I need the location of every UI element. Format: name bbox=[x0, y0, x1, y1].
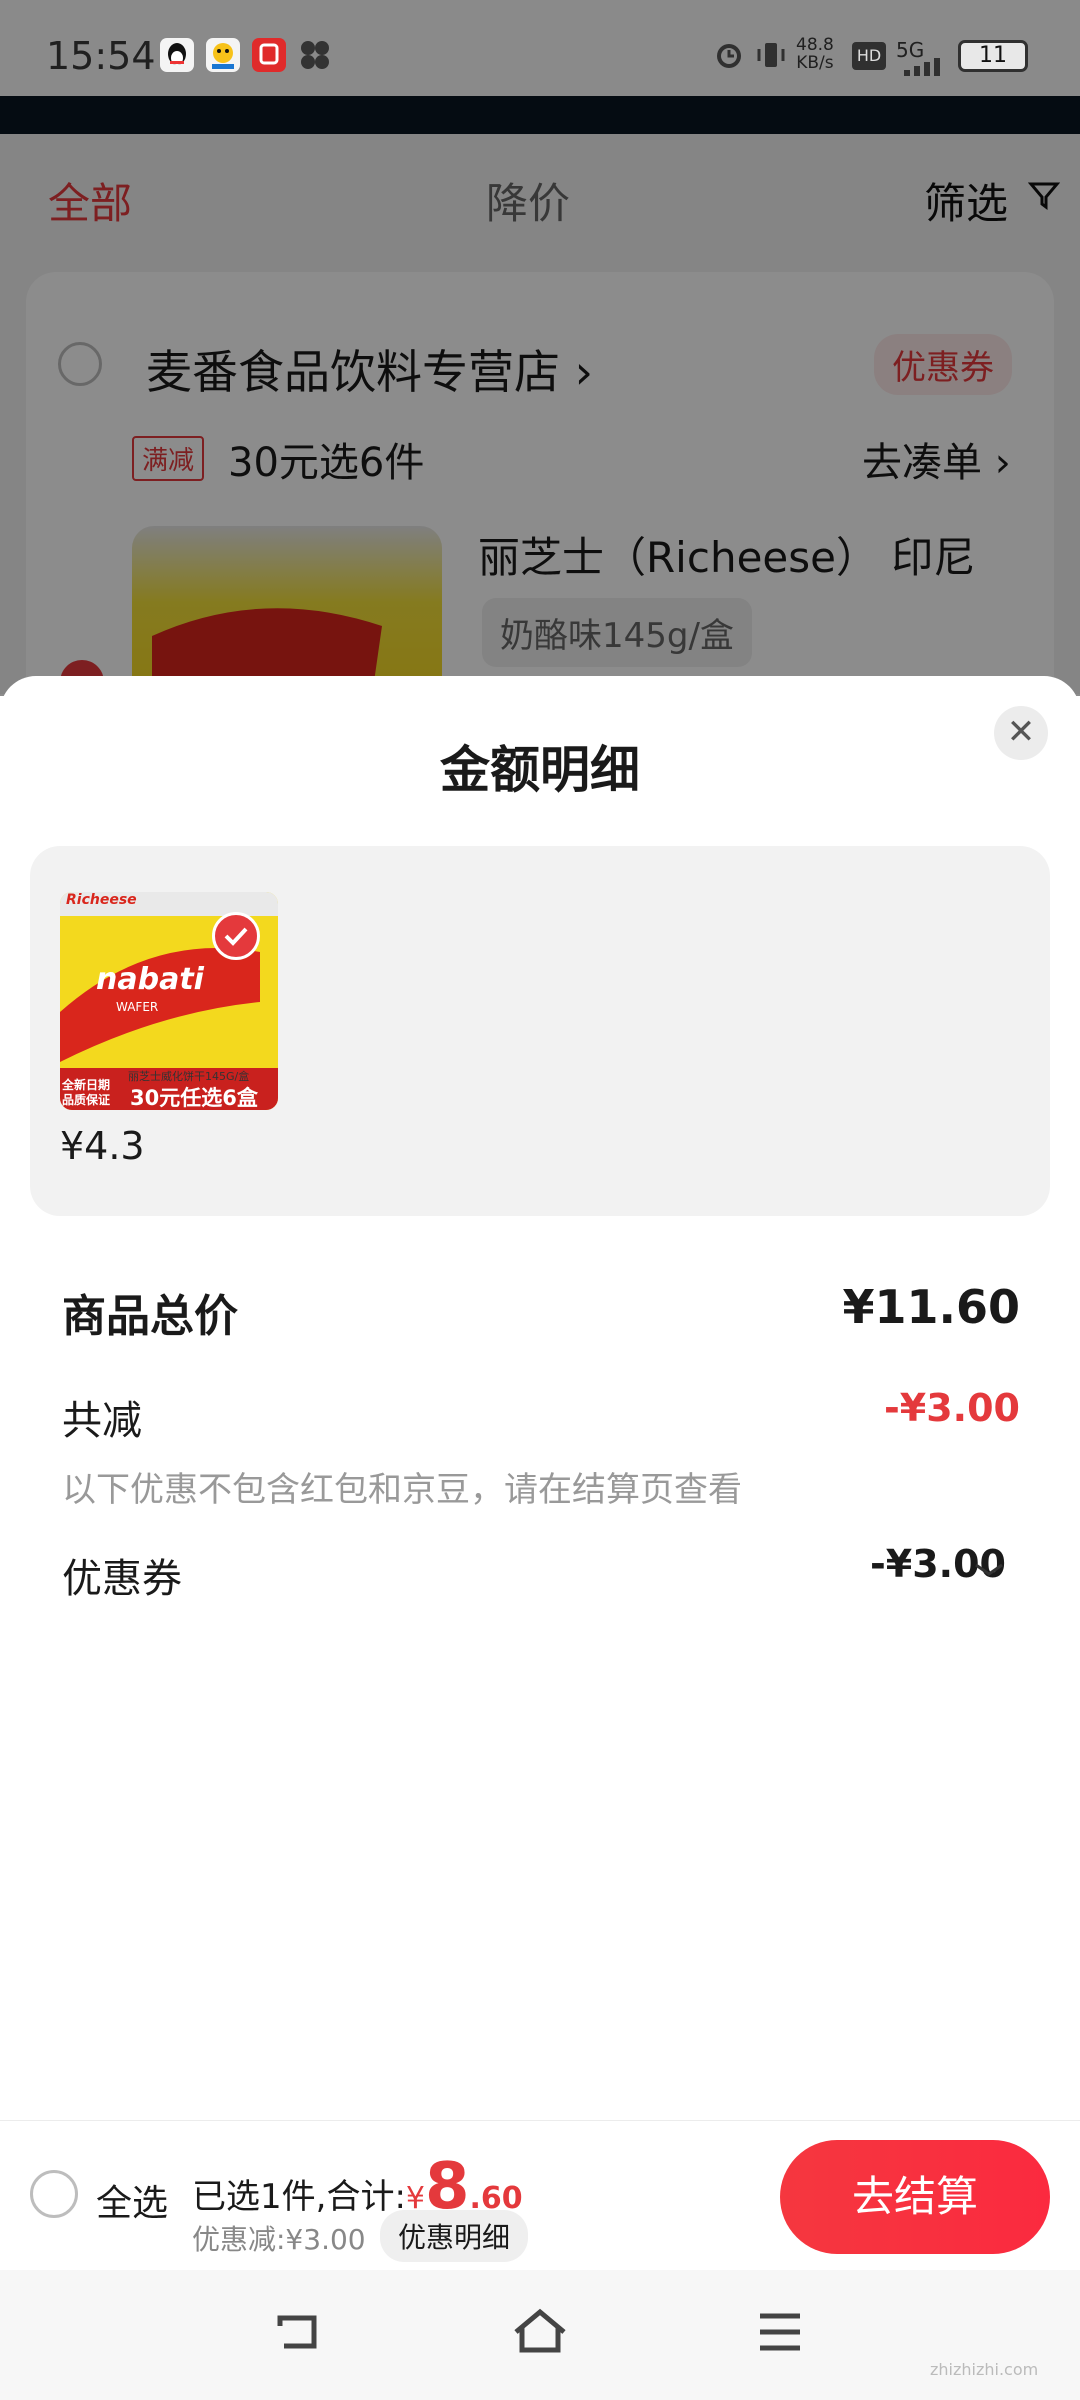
battery-indicator: 11 bbox=[958, 40, 1028, 72]
total-value: ¥11.60 bbox=[842, 1280, 1020, 1334]
saved-text: 优惠减:¥3.00 bbox=[192, 2223, 366, 2256]
back-icon[interactable] bbox=[270, 2310, 326, 2362]
signal-icon bbox=[904, 56, 950, 80]
alarm-icon bbox=[712, 38, 746, 76]
item-checked-icon bbox=[212, 912, 260, 960]
thumb-sub: WAFER bbox=[116, 1000, 159, 1014]
selected-count-text: 已选1件,合计: bbox=[192, 2177, 406, 2217]
home-icon[interactable] bbox=[510, 2306, 570, 2362]
sheet-title: 金额明细 bbox=[440, 741, 640, 799]
shopping-app-icon bbox=[252, 38, 286, 72]
watermark: zhizhizhi.com bbox=[930, 2360, 1039, 2379]
discount-note: 以下优惠不包含红包和京豆，请在结算页查看 bbox=[62, 1470, 742, 1510]
menu-icon[interactable] bbox=[756, 2310, 804, 2358]
qq-app-icon bbox=[160, 38, 194, 72]
close-icon[interactable]: ✕ bbox=[994, 706, 1048, 760]
thumb-badge-right: 30元任选6盒 bbox=[130, 1086, 258, 1110]
net-speed-unit: KB/s bbox=[796, 53, 834, 73]
pinwheel-app-icon bbox=[298, 38, 332, 72]
status-time: 15:54 bbox=[46, 34, 156, 78]
vibrate-icon bbox=[754, 38, 788, 76]
coupon-label: 优惠券 bbox=[62, 1556, 182, 1602]
discount-label: 共减 bbox=[62, 1398, 142, 1444]
chevron-down-icon[interactable] bbox=[972, 1560, 1006, 1584]
discount-detail-button[interactable]: 优惠明细 bbox=[380, 2210, 529, 2262]
chick-app-icon bbox=[206, 38, 240, 72]
thumb-badge-left: 全新日期 品质保证 bbox=[62, 1078, 111, 1107]
item-price: ¥4.3 bbox=[60, 1124, 145, 1168]
thumb-brand: Richeese bbox=[66, 892, 137, 908]
total-label: 商品总价 bbox=[62, 1291, 238, 1342]
hd-indicator: HD bbox=[852, 42, 886, 70]
discount-value: -¥3.00 bbox=[884, 1386, 1020, 1430]
thumb-product-name: nabati bbox=[96, 962, 204, 997]
modal-overlay[interactable] bbox=[0, 96, 1080, 696]
checkout-button[interactable]: 去结算 bbox=[780, 2140, 1050, 2254]
select-all-radio[interactable] bbox=[30, 2170, 78, 2218]
net-speed-value: 48.8 bbox=[796, 35, 834, 55]
select-all-label[interactable]: 全选 bbox=[96, 2174, 168, 2226]
